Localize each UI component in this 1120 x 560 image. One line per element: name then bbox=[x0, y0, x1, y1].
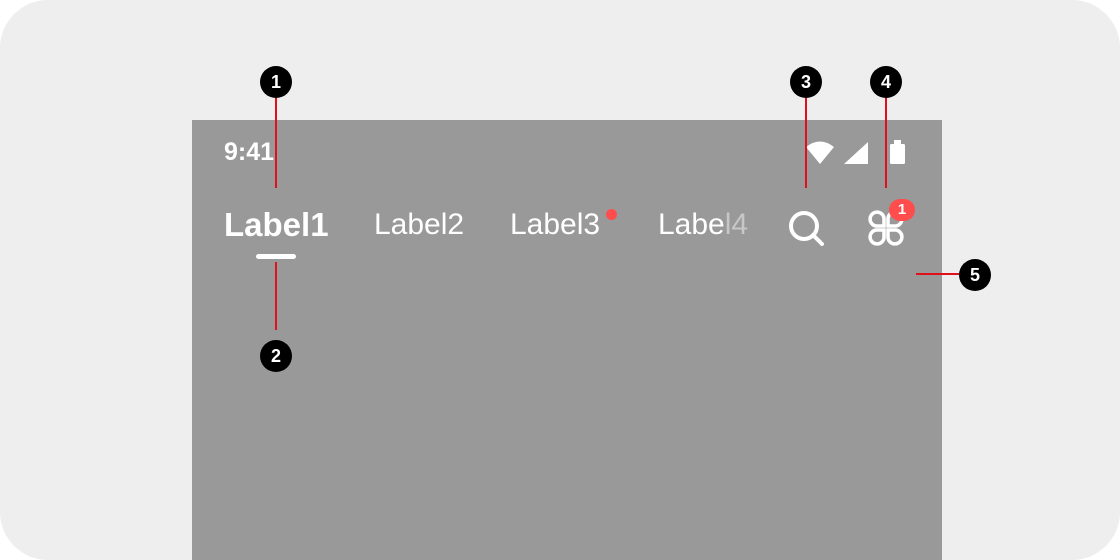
notification-badge: 1 bbox=[889, 199, 915, 221]
leader-line-2 bbox=[275, 262, 277, 330]
tab-label2[interactable]: Label2 bbox=[374, 208, 464, 242]
leader-line-4 bbox=[885, 96, 887, 188]
callout-marker-2: 2 bbox=[260, 340, 292, 372]
status-icons bbox=[806, 140, 905, 164]
leader-line-1 bbox=[275, 96, 277, 188]
tab-label4[interactable]: Label4 bbox=[658, 208, 748, 242]
phone-screen: 9:41 Label1 Label2 Label3 Label4 1 bbox=[192, 120, 942, 560]
leader-line-5 bbox=[916, 273, 960, 275]
search-icon[interactable] bbox=[786, 208, 826, 248]
wifi-icon bbox=[806, 141, 834, 164]
leader-line-3 bbox=[805, 96, 807, 188]
callout-marker-3: 3 bbox=[790, 66, 822, 98]
active-tab-indicator bbox=[256, 254, 296, 259]
battery-icon bbox=[890, 140, 905, 164]
tab-label3[interactable]: Label3 bbox=[510, 208, 600, 242]
tab-label1[interactable]: Label1 bbox=[224, 206, 329, 244]
tab-label4-text: Labe bbox=[658, 208, 725, 241]
cellular-signal-icon bbox=[844, 142, 868, 164]
annotation-canvas: 9:41 Label1 Label2 Label3 Label4 1 1 2 3… bbox=[0, 0, 1120, 560]
tab-notification-dot bbox=[606, 209, 617, 220]
status-time: 9:41 bbox=[224, 138, 275, 166]
callout-marker-5: 5 bbox=[959, 259, 991, 291]
callout-marker-4: 4 bbox=[870, 66, 902, 98]
tab-label4-faded-text: l4 bbox=[724, 208, 749, 241]
callout-marker-1: 1 bbox=[260, 66, 292, 98]
